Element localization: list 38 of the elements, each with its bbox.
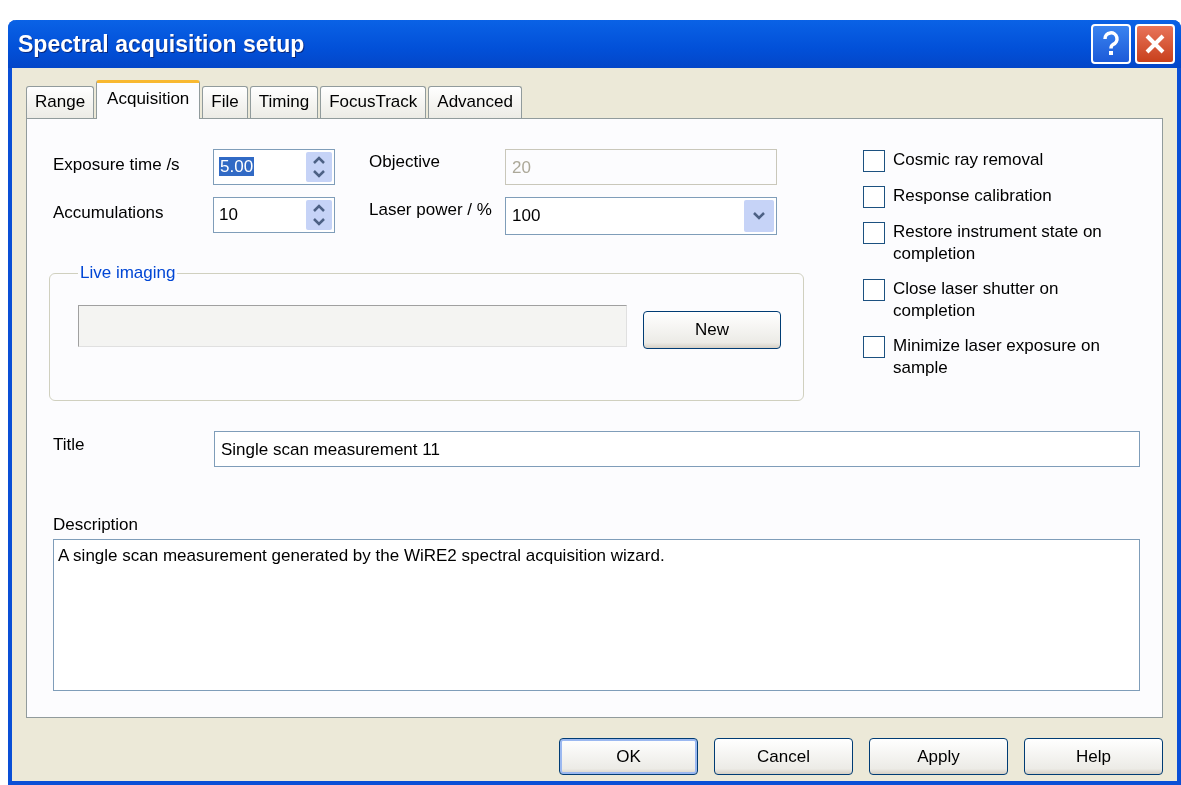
field-label: Objective bbox=[368, 151, 441, 172]
dialog-button[interactable]: Cancel bbox=[714, 738, 853, 775]
help-icon[interactable] bbox=[1091, 24, 1131, 64]
field-label: Laser power / % bbox=[368, 199, 493, 220]
spin-field[interactable]: 5.00 bbox=[213, 149, 335, 185]
title-field[interactable]: Single scan measurement 11 bbox=[214, 431, 1140, 467]
spin-arrows-icon[interactable] bbox=[306, 200, 332, 230]
title-label: Title bbox=[53, 435, 86, 456]
field-label: Accumulations bbox=[53, 202, 165, 223]
checkbox-label: Response calibration bbox=[893, 185, 1053, 207]
description-label: Description bbox=[53, 515, 140, 535]
tab[interactable]: Advanced bbox=[428, 86, 522, 118]
group-label: Live imaging bbox=[79, 263, 177, 283]
dialog-button[interactable]: Apply bbox=[869, 738, 1008, 775]
window-title: Spectral acquisition setup bbox=[18, 30, 306, 58]
checkbox-label: Minimize laser exposure on sample bbox=[893, 335, 1101, 379]
spin-field[interactable]: 10 bbox=[213, 197, 335, 233]
tab[interactable]: FocusTrack bbox=[320, 86, 427, 118]
field-label: Exposure time /s bbox=[53, 154, 181, 175]
checkbox-label: Cosmic ray removal bbox=[893, 149, 1045, 171]
dropdown-field[interactable]: 100 bbox=[505, 197, 777, 235]
dialog-button[interactable]: Help bbox=[1024, 738, 1163, 775]
tab[interactable]: File bbox=[202, 86, 248, 118]
tab[interactable]: Timing bbox=[249, 86, 319, 118]
checkbox[interactable] bbox=[863, 222, 885, 244]
dialog-button[interactable]: OK bbox=[559, 738, 698, 775]
close-icon[interactable] bbox=[1135, 24, 1175, 64]
new-button[interactable]: New bbox=[643, 311, 781, 349]
tab[interactable]: Range bbox=[26, 86, 95, 118]
checkbox-label: Close laser shutter on completion bbox=[893, 278, 1060, 322]
checkbox[interactable] bbox=[863, 279, 885, 301]
checkbox-label: Restore instrument state on completion bbox=[893, 221, 1103, 265]
checkbox[interactable] bbox=[863, 336, 885, 358]
description-field[interactable]: A single scan measurement generated by the WiRE2 spectral acquisition wizard. bbox=[53, 539, 1140, 691]
spin-arrows-icon[interactable] bbox=[306, 152, 332, 182]
checkbox[interactable] bbox=[863, 186, 885, 208]
tab[interactable]: Acquisition bbox=[96, 80, 201, 119]
checkbox[interactable] bbox=[863, 150, 885, 172]
